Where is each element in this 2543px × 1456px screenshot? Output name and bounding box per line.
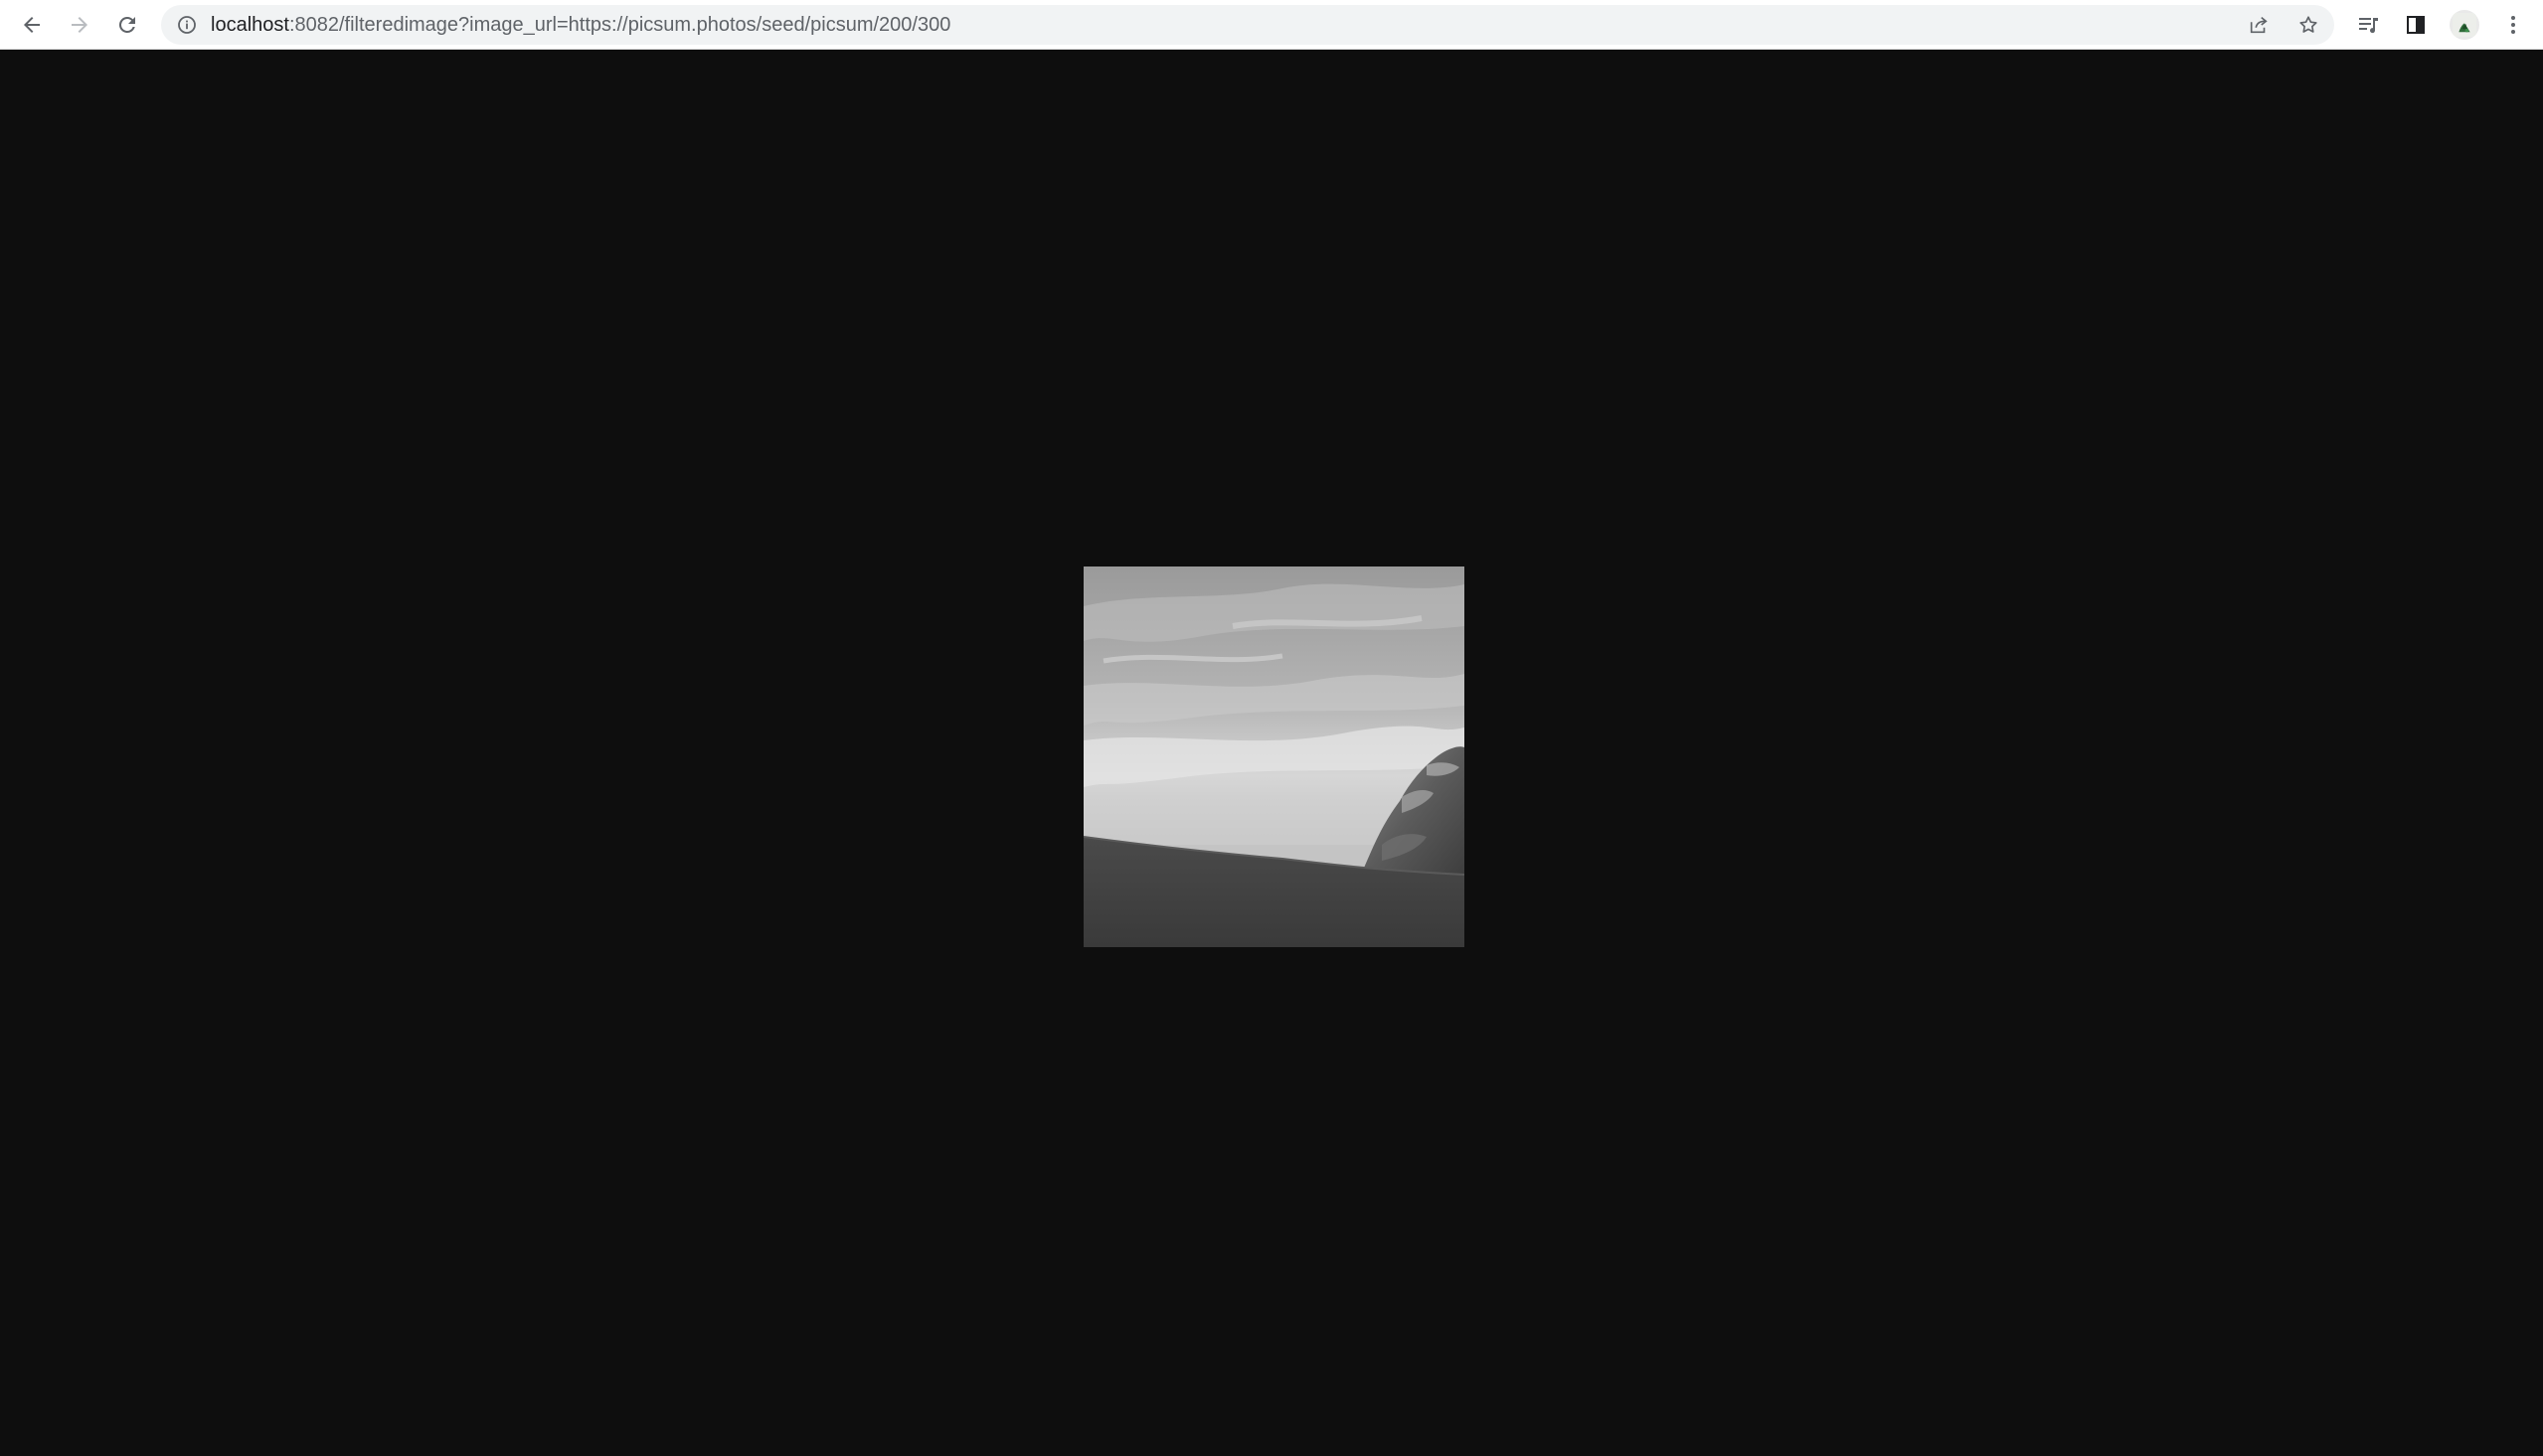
info-icon[interactable] (177, 15, 197, 35)
share-button[interactable] (2245, 11, 2273, 39)
url-host: localhost (211, 14, 289, 36)
bookmark-button[interactable] (2294, 11, 2322, 39)
url-path: :8082/filteredimage?image_url=https://pi… (288, 14, 951, 36)
back-arrow-icon (24, 17, 40, 33)
reload-icon (118, 16, 135, 33)
side-panel-icon (2407, 16, 2425, 34)
media-queue-button[interactable] (2350, 7, 2386, 43)
avatar (2450, 10, 2479, 40)
forward-arrow-icon (72, 17, 87, 33)
reload-button[interactable] (109, 7, 145, 43)
browser-toolbar: localhost:8082/filteredimage?image_url=h… (0, 0, 2543, 50)
filtered-image (1084, 566, 1464, 947)
forward-button[interactable] (62, 7, 97, 43)
star-icon (2299, 16, 2317, 33)
media-queue-icon (2359, 18, 2378, 34)
grayscale-landscape-photo (1084, 566, 1464, 947)
menu-button[interactable] (2495, 7, 2531, 43)
kebab-menu-icon (2511, 16, 2515, 34)
share-icon (2250, 17, 2268, 34)
back-button[interactable] (14, 7, 50, 43)
side-panel-button[interactable] (2398, 7, 2434, 43)
address-bar[interactable]: localhost:8082/filteredimage?image_url=h… (161, 5, 2334, 45)
url-text[interactable]: localhost:8082/filteredimage?image_url=h… (211, 5, 950, 45)
page-viewport (0, 50, 2543, 1456)
profile-button[interactable] (2447, 7, 2482, 43)
